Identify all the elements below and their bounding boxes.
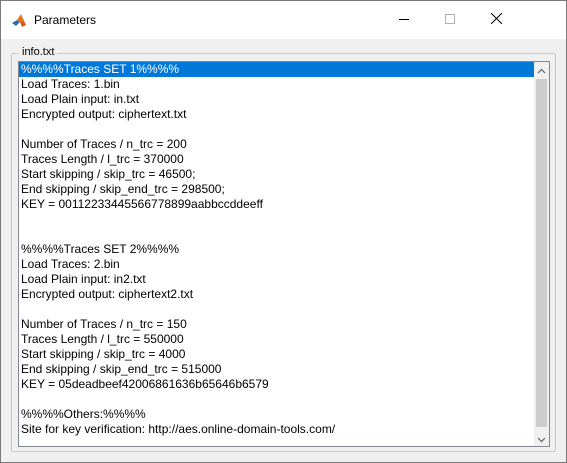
list-item[interactable] [19,227,534,242]
info-listbox[interactable]: %%%%Traces SET 1%%%% Load Traces: 1.bin Lo… [18,61,550,447]
list-item[interactable]: Load Traces: 2.bin [19,257,534,272]
list-item[interactable]: Encrypted output: ciphertext2.txt [19,287,534,302]
list-item[interactable]: Load Traces: 1.bin [19,77,534,92]
list-item[interactable]: Load Plain input: in2.txt [19,272,534,287]
minimize-icon [399,11,409,29]
listbox-items: %%%%Traces SET 1%%%% Load Traces: 1.bin Lo… [19,62,534,437]
list-item[interactable]: Number of Traces / n_trc = 150 [19,317,534,332]
scrollbar-thumb[interactable] [536,79,547,427]
matlab-icon [11,12,27,28]
list-item[interactable] [19,392,534,407]
list-item[interactable]: End skipping / skip_end_trc = 515000 [19,362,534,377]
list-item[interactable]: Traces Length / l_trc = 550000 [19,332,534,347]
window-title: Parameters [34,13,97,27]
maximize-button[interactable] [427,1,473,39]
vertical-scrollbar[interactable] [534,62,549,446]
list-item[interactable]: Encrypted output: ciphertext.txt [19,107,534,122]
parameters-window: Parameters info.txt %%%%Traces SET 1%%%%… [0,0,567,463]
list-item[interactable]: %%%%Traces SET 1%%%% [19,62,534,77]
chevron-down-icon [537,430,546,447]
list-item[interactable]: Start skipping / skip_trc = 46500; [19,167,534,182]
list-item[interactable] [19,212,534,227]
scroll-up-button[interactable] [534,62,549,77]
list-item[interactable]: Traces Length / l_trc = 370000 [19,152,534,167]
list-item[interactable]: KEY = 05deadbeef42006861636b65646b6579 [19,377,534,392]
scroll-down-button[interactable] [534,431,549,446]
title-bar[interactable]: Parameters [1,1,566,39]
list-item[interactable]: End skipping / skip_end_trc = 298500; [19,182,534,197]
list-item[interactable]: Number of Traces / n_trc = 200 [19,137,534,152]
list-item[interactable]: Start skipping / skip_trc = 4000 [19,347,534,362]
list-item[interactable]: Load Plain input: in.txt [19,92,534,107]
list-item[interactable]: Site for key verification: http://aes.on… [19,422,534,437]
close-button[interactable] [473,1,519,39]
list-item[interactable]: KEY = 00112233445566778899aabbccddeeff [19,197,534,212]
chevron-up-icon [537,62,546,79]
list-item[interactable]: %%%%Traces SET 2%%%% [19,242,534,257]
maximize-icon [445,11,455,29]
group-label: info.txt [19,45,58,59]
list-item[interactable] [19,122,534,137]
list-item[interactable]: %%%%Others:%%%% [19,407,534,422]
close-icon [490,11,502,29]
minimize-button[interactable] [381,1,427,39]
list-item[interactable] [19,302,534,317]
